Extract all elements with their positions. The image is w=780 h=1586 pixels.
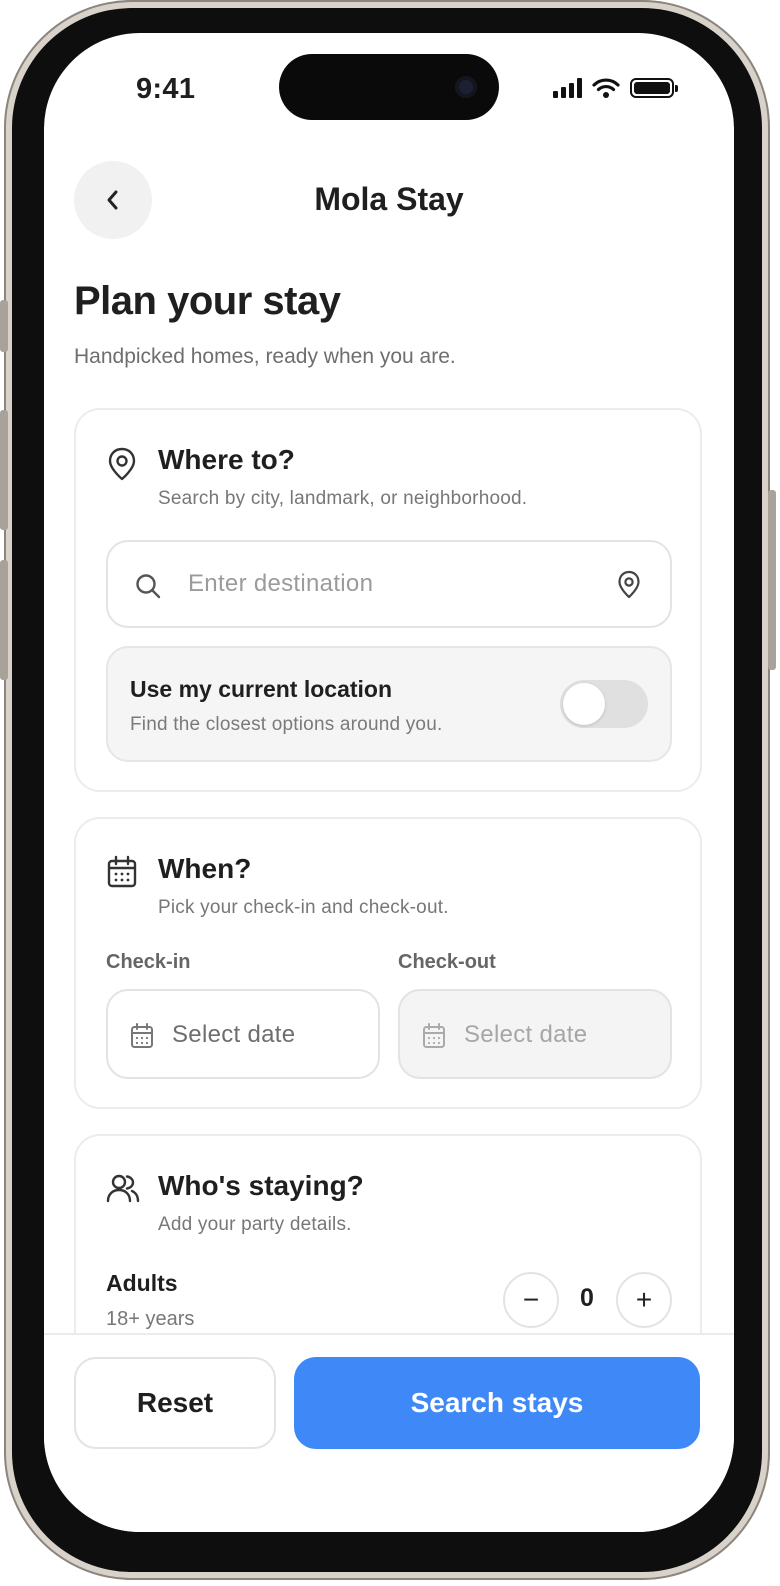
destination-field[interactable] (106, 540, 672, 628)
battery-icon (630, 78, 678, 98)
adults-increment-button[interactable]: + (616, 1272, 672, 1328)
adults-count: 0 (580, 1284, 594, 1312)
phone-frame: 9:41 Mola Stay Plan your stay Handpicked… (0, 0, 776, 1580)
current-location-toggle[interactable] (560, 680, 648, 728)
calendar-icon (107, 855, 137, 888)
checkout-label: Check-out (398, 951, 496, 973)
reset-button[interactable]: Reset (74, 1357, 276, 1449)
search-stays-button[interactable]: Search stays (294, 1357, 700, 1449)
checkout-date-value: Select date (464, 1021, 588, 1048)
calendar-icon (423, 1023, 445, 1048)
current-location-row[interactable]: Use my current location Find the closest… (106, 646, 672, 762)
checkout-date-field[interactable]: Select date (398, 989, 672, 1079)
status-time: 9:41 (136, 73, 196, 105)
who-title: Who's staying? (158, 1170, 364, 1201)
when-card: When? Pick your check-in and check-out. … (74, 817, 702, 1109)
camera-icon (455, 76, 477, 98)
calendar-icon (131, 1023, 153, 1048)
current-location-title: Use my current location (130, 676, 393, 702)
page-subtitle: Handpicked homes, ready when you are. (74, 345, 456, 368)
dynamic-island (279, 54, 499, 120)
where-card: Where to? Search by city, landmark, or n… (74, 408, 702, 792)
when-subtitle: Pick your check-in and check-out. (158, 897, 449, 918)
phone-side-button (0, 560, 8, 680)
bottom-action-bar: Reset Search stays (44, 1333, 734, 1532)
current-location-subtitle: Find the closest options around you. (130, 714, 443, 735)
wifi-icon (592, 78, 620, 98)
adults-label: Adults (106, 1270, 178, 1296)
adults-decrement-button[interactable]: − (503, 1272, 559, 1328)
who-subtitle: Add your party details. (158, 1214, 352, 1235)
checkin-date-value: Select date (172, 1021, 296, 1048)
when-title: When? (158, 853, 252, 884)
screen: 9:41 Mola Stay Plan your stay Handpicked… (44, 33, 734, 1532)
cellular-signal-icon (553, 78, 582, 98)
toggle-knob (563, 683, 605, 725)
where-subtitle: Search by city, landmark, or neighborhoo… (158, 488, 528, 509)
destination-input[interactable] (188, 562, 588, 606)
phone-side-button (768, 490, 776, 670)
location-pin-icon (108, 447, 136, 481)
users-icon (106, 1174, 140, 1203)
phone-side-button (0, 300, 8, 352)
search-icon (136, 574, 161, 599)
phone-side-button (0, 410, 8, 530)
app-title: Mola Stay (314, 181, 464, 217)
adults-age-hint: 18+ years (106, 1308, 195, 1330)
status-icons (553, 77, 678, 99)
checkin-date-field[interactable]: Select date (106, 989, 380, 1079)
location-pin-icon[interactable] (616, 570, 642, 600)
checkin-label: Check-in (106, 951, 191, 973)
page-title: Plan your stay (74, 279, 341, 323)
where-title: Where to? (158, 444, 295, 475)
